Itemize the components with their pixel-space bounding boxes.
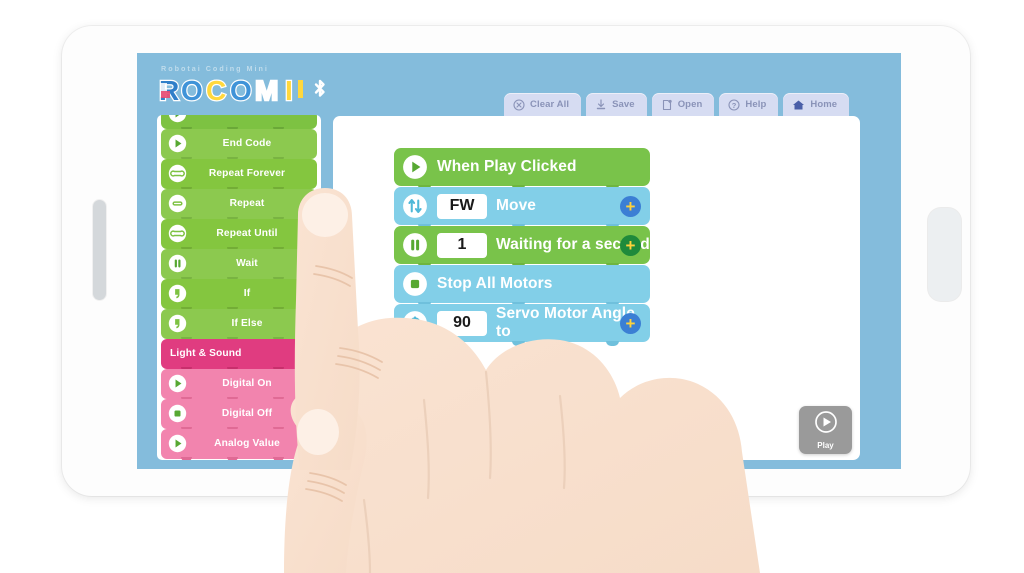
palette-block-label: Repeat xyxy=(229,198,265,210)
block-notch xyxy=(161,456,317,460)
palette-block-repeat-until[interactable]: Repeat Until xyxy=(161,219,317,251)
script-block-waiting-for-a-second[interactable]: 1 Waiting for a second + xyxy=(394,226,650,268)
script-block-stop-all-motors[interactable]: Stop All Motors xyxy=(394,265,650,307)
palette-block-if-else[interactable]: If Else xyxy=(161,309,317,341)
if-icon xyxy=(168,284,187,303)
script-block-label: Stop All Motors xyxy=(437,275,553,292)
script-block-field[interactable]: 1 xyxy=(437,232,487,258)
play-icon xyxy=(402,154,428,180)
palette-block-label: If xyxy=(243,288,251,300)
servo-icon xyxy=(402,310,428,336)
tablet-power-button[interactable] xyxy=(928,208,961,301)
palette-block-label: Wait xyxy=(236,258,258,270)
script-block-add-button[interactable]: + xyxy=(620,312,641,334)
palette-block-label: Digital On xyxy=(222,378,272,390)
clear-all-icon xyxy=(513,98,525,111)
bluetooth-icon xyxy=(312,79,328,106)
block-palette[interactable]: End Code Repeat Forever Repeat Repeat Until… xyxy=(157,115,321,460)
play-icon xyxy=(168,115,187,123)
play-icon xyxy=(168,434,187,453)
script-block-servo-motor-angle-to[interactable]: 90 Servo Motor Angle to + xyxy=(394,304,650,346)
palette-block-digital-off[interactable]: Digital Off xyxy=(161,399,317,431)
palette-block-label: Repeat Forever xyxy=(208,168,286,180)
script-block-field[interactable]: FW xyxy=(437,193,487,219)
svg-text:I: I xyxy=(285,75,293,105)
play-circle-icon xyxy=(814,410,838,439)
palette-block-label: Light & Sound xyxy=(170,348,242,360)
tablet-volume-button[interactable] xyxy=(93,200,106,300)
palette-block-if[interactable]: If xyxy=(161,279,317,311)
script-block-field[interactable]: 90 xyxy=(437,310,487,336)
palette-block-wait[interactable]: Wait xyxy=(161,249,317,281)
palette-block-label: If Else xyxy=(231,318,263,330)
help-icon: ? xyxy=(728,98,740,111)
script-block-add-button[interactable]: + xyxy=(620,195,641,217)
palette-block-repeat-forever[interactable]: Repeat Forever xyxy=(161,159,317,191)
repeat-icon xyxy=(168,194,187,213)
home-icon xyxy=(792,99,805,111)
play-button[interactable]: Play xyxy=(799,406,852,454)
svg-text:O: O xyxy=(181,75,203,105)
palette-block-label: Digital Off xyxy=(221,408,273,420)
toolbar-tab-label: Save xyxy=(612,99,635,110)
palette-block-label: Analog Value xyxy=(214,438,280,450)
svg-text:O: O xyxy=(230,75,252,105)
toolbar-tab-open[interactable]: Open xyxy=(651,93,715,116)
svg-text:C: C xyxy=(206,75,226,105)
pause-icon xyxy=(168,254,187,273)
stop-icon xyxy=(168,404,187,423)
play-icon xyxy=(168,374,187,393)
repeat-loop-icon xyxy=(168,224,187,243)
toolbar-tab-label: Home xyxy=(810,99,838,110)
move-arrows-icon xyxy=(402,193,428,219)
toolbar-tab-home[interactable]: Home xyxy=(783,93,850,116)
brand-wordmark: R O C O M I xyxy=(151,75,331,105)
pause-icon xyxy=(402,232,428,258)
script-block-label: When Play Clicked xyxy=(437,158,577,175)
svg-text:M: M xyxy=(255,75,278,105)
palette-block-label: End Code xyxy=(222,138,272,150)
toolbar-tab-label: Help xyxy=(745,99,767,110)
open-file-icon xyxy=(661,99,673,111)
toolbar-tab-label: Clear All xyxy=(530,99,570,110)
palette-block-digital-on[interactable]: Digital On xyxy=(161,369,317,401)
screenshot-root: Robotai Coding Mini R O C O M I Clear Al… xyxy=(0,0,1024,573)
toolbar-tab-clear-all[interactable]: Clear All xyxy=(504,93,582,116)
toolbar: Clear All Save Open ? Help Home xyxy=(504,93,850,116)
palette-block-end-code[interactable]: End Code xyxy=(161,129,317,161)
play-icon xyxy=(168,134,187,153)
stop-icon xyxy=(402,271,428,297)
palette-category-header[interactable]: Light & Sound xyxy=(161,339,317,371)
repeat-loop-icon xyxy=(168,164,187,183)
app-logo: Robotai Coding Mini R O C O M I xyxy=(151,64,331,110)
palette-block-analog-value[interactable]: Analog Value xyxy=(161,429,317,460)
toolbar-tab-help[interactable]: ? Help xyxy=(719,93,779,116)
app-tagline: Robotai Coding Mini xyxy=(161,64,269,73)
palette-block-repeat[interactable]: Repeat xyxy=(161,189,317,221)
palette-block-item[interactable] xyxy=(161,115,317,131)
svg-text:?: ? xyxy=(732,101,737,110)
script-block-add-button[interactable]: + xyxy=(620,234,641,256)
save-icon xyxy=(595,98,607,111)
toolbar-tab-label: Open xyxy=(677,99,703,110)
toolbar-tab-save[interactable]: Save xyxy=(586,93,647,116)
if-icon xyxy=(168,314,187,333)
script-block-label: Move xyxy=(496,197,537,214)
script-block-move[interactable]: FW Move + xyxy=(394,187,650,229)
script-block-when-play-clicked[interactable]: When Play Clicked xyxy=(394,148,650,190)
palette-block-label: Repeat Until xyxy=(216,228,278,240)
play-button-label: Play xyxy=(817,441,834,450)
